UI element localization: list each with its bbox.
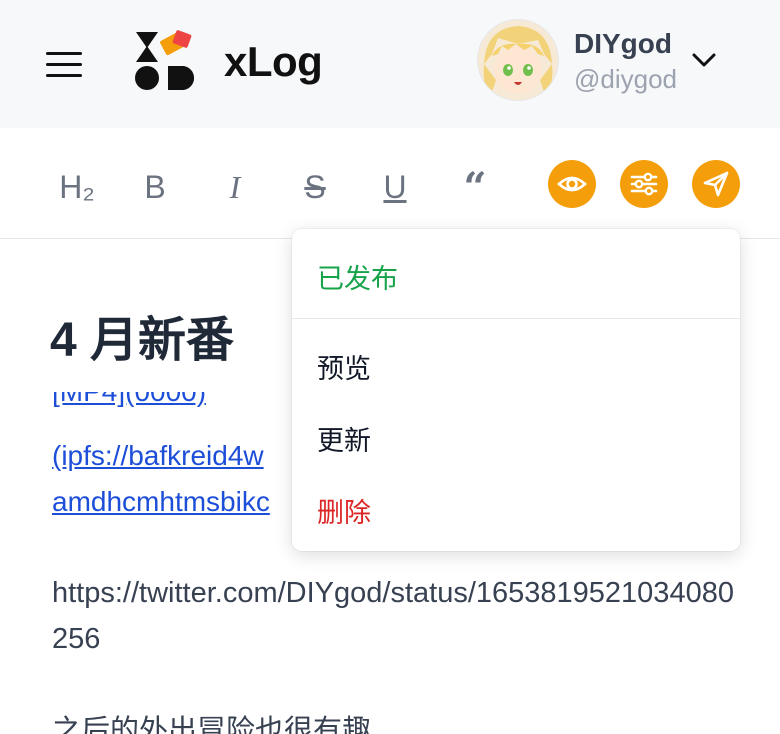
preview-button[interactable] <box>548 160 596 208</box>
update-menu-item[interactable]: 更新 <box>317 419 371 458</box>
underline-button[interactable]: U <box>372 164 418 210</box>
strikethrough-button[interactable]: S <box>292 164 338 210</box>
post-link-fragment[interactable]: [MP4](0000) <box>52 392 206 426</box>
status-badge: 已发布 <box>317 264 398 294</box>
avatar[interactable] <box>478 20 558 100</box>
top-header: xLog DIYgod @diygod <box>0 0 780 128</box>
menu-divider <box>292 318 740 319</box>
editor-page: xLog DIYgod @diygod H₂ B I S U “ 4 月新番 (… <box>0 0 780 734</box>
quote-button[interactable]: “ <box>452 164 498 211</box>
delete-menu-item[interactable]: 删除 <box>317 491 371 530</box>
post-title[interactable]: 4 月新番 <box>50 300 234 370</box>
editor-toolbar: H₂ B I S U “ <box>0 128 780 239</box>
publish-button[interactable] <box>692 160 740 208</box>
hamburger-menu-icon[interactable] <box>44 52 84 78</box>
sliders-icon <box>630 172 658 196</box>
avatar-image <box>478 20 558 100</box>
post-link-fragment-text: [MP4](0000) <box>52 392 206 408</box>
eye-icon <box>557 176 587 192</box>
xlog-logo-icon[interactable] <box>132 28 200 92</box>
post-link-line[interactable]: (ipfs://bafkreid4w <box>52 440 264 472</box>
user-handle: @diygod <box>574 64 678 94</box>
publish-status-menu: 已发布 预览 更新 删除 <box>292 229 740 551</box>
post-paragraph[interactable]: 之后的外出冒险也很有趣 <box>52 708 742 734</box>
heading-button[interactable]: H₂ <box>54 164 100 210</box>
italic-button[interactable]: I <box>212 164 258 210</box>
post-paragraph[interactable]: https://twitter.com/DIYgod/status/165381… <box>52 570 742 662</box>
site-title[interactable]: xLog <box>224 38 323 86</box>
chevron-down-icon[interactable] <box>690 48 718 72</box>
user-name[interactable]: DIYgod <box>574 28 672 60</box>
bold-button[interactable]: B <box>132 164 178 210</box>
preview-menu-item[interactable]: 预览 <box>317 347 371 386</box>
settings-button[interactable] <box>620 160 668 208</box>
post-link-line[interactable]: amdhcmhtmsbikc <box>52 486 270 518</box>
send-icon <box>703 171 729 197</box>
